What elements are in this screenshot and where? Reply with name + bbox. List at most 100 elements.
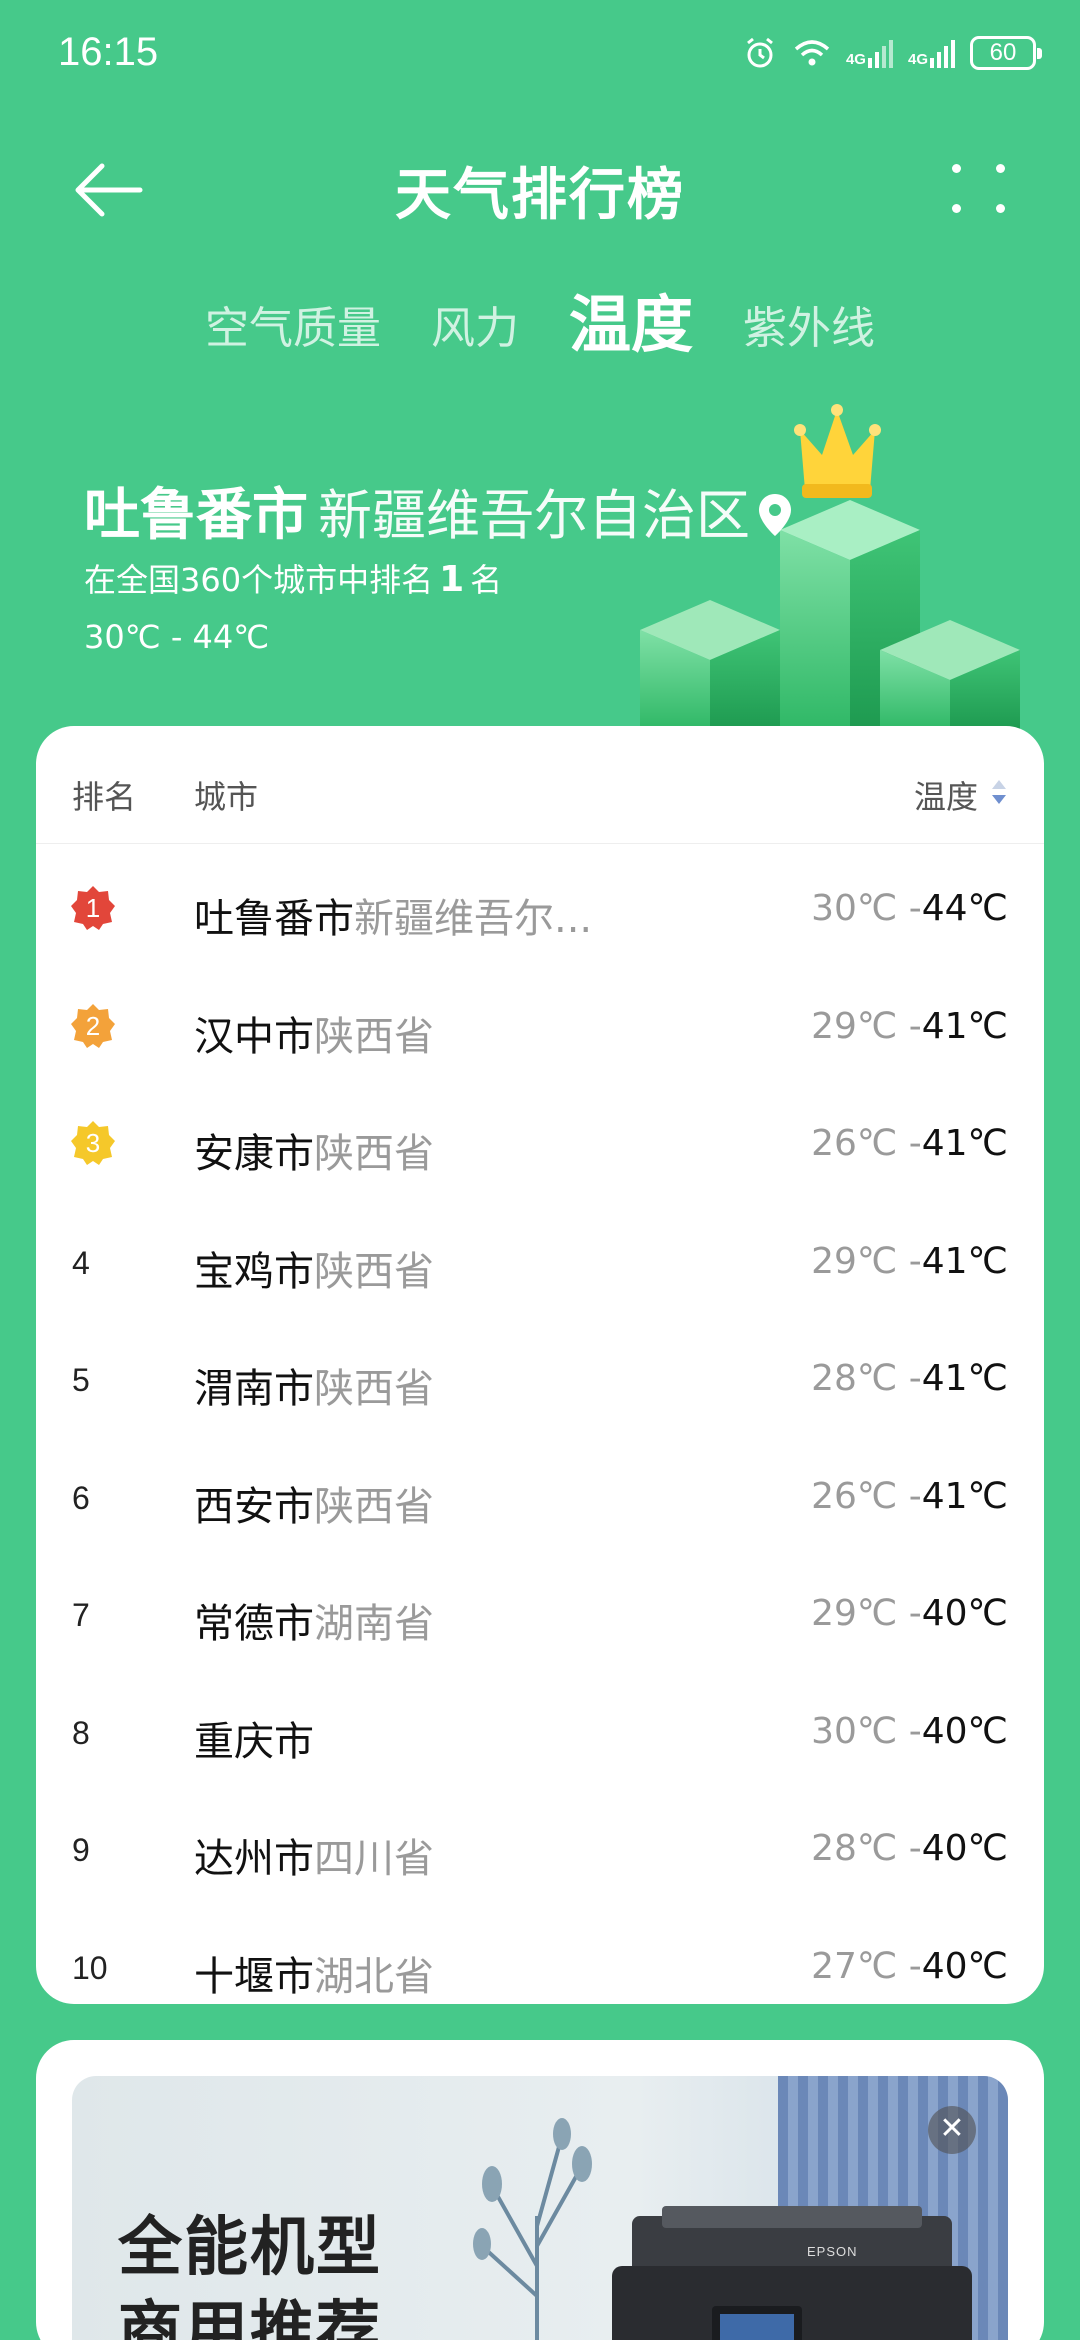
city-cell: 常德市湖南省 xyxy=(194,1591,434,1649)
table-row[interactable]: 4 宝鸡市陕西省 29℃ -41℃ xyxy=(36,1197,1044,1315)
temp-low: 29℃ - xyxy=(811,1593,922,1634)
status-time: 16:15 xyxy=(58,30,159,74)
signal-icon xyxy=(867,40,893,68)
weather-ranking-page: 16:15 4G 4G 60 天气排行榜 空气质量 风力 温度 紫外线 吐鲁番市… xyxy=(0,0,1080,2340)
city-cell: 渭南市陕西省 xyxy=(194,1356,434,1414)
city-province: 湖南省 xyxy=(314,1601,434,1647)
temp-cell: 28℃ -40℃ xyxy=(811,1828,1008,1869)
city-name: 重庆市 xyxy=(194,1718,314,1765)
rank-number: 10 xyxy=(72,1949,108,1986)
tab-temperature[interactable]: 温度 xyxy=(569,274,693,370)
rank-number: 6 xyxy=(72,1479,90,1516)
city-province: 陕西省 xyxy=(314,1131,434,1177)
rank-number: 7 xyxy=(72,1597,90,1633)
table-row[interactable]: 9 达州市四川省 28℃ -40℃ xyxy=(36,1784,1044,1902)
ad-subline: 商用推荐 xyxy=(118,2295,382,2340)
rank-number: 1 xyxy=(85,893,101,923)
temp-high: 40℃ xyxy=(921,1593,1008,1634)
rank-prefix: 在全国360个城市中排名 xyxy=(84,561,434,599)
hero-province: 新疆维吾尔自治区 xyxy=(318,484,750,547)
ad-brand: EPSON xyxy=(807,2244,858,2259)
table-row[interactable]: 7 常德市湖南省 29℃ -40℃ xyxy=(36,1549,1044,1667)
signal-icon xyxy=(930,40,955,68)
close-icon[interactable]: ✕ xyxy=(928,2106,976,2154)
city-cell: 安康市陕西省 xyxy=(194,1121,434,1179)
table-row[interactable]: 3 安康市陕西省 26℃ -41℃ xyxy=(36,1079,1044,1197)
more-button[interactable] xyxy=(950,160,1010,220)
ranking-list: 1 吐鲁番市新疆维吾尔... 30℃ -44℃ 2 汉中市陕西省 29℃ -41… xyxy=(36,844,1044,2004)
city-province: 陕西省 xyxy=(314,1366,434,1412)
tab-air-quality[interactable]: 空气质量 xyxy=(205,292,381,370)
temp-high: 41℃ xyxy=(921,1123,1008,1164)
rank-number: 8 xyxy=(72,1714,90,1751)
more-icon xyxy=(952,164,961,173)
rank-number: 2 xyxy=(85,1010,101,1041)
city-name: 达州市 xyxy=(194,1836,314,1882)
table-row[interactable]: 6 西安市陕西省 26℃ -41℃ xyxy=(36,1432,1044,1550)
city-name: 西安市 xyxy=(194,1483,314,1530)
temp-low: 29℃ - xyxy=(811,1240,922,1282)
rank-number: 1 xyxy=(439,559,465,600)
rank-number: 5 xyxy=(72,1362,90,1398)
rank-badge-3: 3 xyxy=(70,1120,116,1166)
ad-banner[interactable]: 全能机型 商用推荐 EPSON ✕ xyxy=(72,2076,1008,2340)
more-icon-dot xyxy=(996,204,1005,213)
wifi-icon xyxy=(794,40,830,66)
city-cell: 重庆市 xyxy=(194,1709,314,1767)
crown-icon xyxy=(794,404,881,498)
city-cell: 达州市四川省 xyxy=(194,1826,434,1884)
city-province: 湖北省 xyxy=(314,1953,434,2000)
tab-wind[interactable]: 风力 xyxy=(431,292,519,370)
temp-cell: 30℃ -40℃ xyxy=(811,1711,1008,1752)
temp-high: 41℃ xyxy=(921,1358,1008,1399)
temp-high: 41℃ xyxy=(921,1005,1008,1047)
status-bar: 16:15 4G 4G 60 xyxy=(0,0,1080,110)
city-province: 四川省 xyxy=(314,1836,434,1882)
table-row[interactable]: 10 十堰市湖北省 27℃ -40℃ xyxy=(36,1902,1044,2005)
header-temperature[interactable]: 温度 xyxy=(914,772,978,818)
temp-high: 40℃ xyxy=(921,1945,1008,1987)
temp-high: 44℃ xyxy=(921,888,1008,929)
alarm-icon xyxy=(747,37,773,68)
temp-low: 28℃ - xyxy=(811,1828,922,1869)
tab-uv[interactable]: 紫外线 xyxy=(743,292,875,370)
city-name: 安康市 xyxy=(194,1131,314,1177)
ranking-card: 排名 城市 温度 1 吐鲁番市新疆维吾尔... 30℃ -44℃ 2 汉中市陕西… xyxy=(36,726,1044,2004)
city-cell: 十堰市湖北省 xyxy=(194,1944,434,2002)
temp-high: 40℃ xyxy=(921,1828,1008,1869)
rank-badge-2: 2 xyxy=(70,1003,116,1049)
city-province: 新疆维吾尔... xyxy=(354,896,593,942)
city-name: 汉中市 xyxy=(194,1013,314,1060)
city-name: 吐鲁番市 xyxy=(194,896,354,942)
table-row[interactable]: 5 渭南市陕西省 28℃ -41℃ xyxy=(36,1314,1044,1432)
temp-low: 26℃ - xyxy=(811,1475,922,1517)
city-name: 渭南市 xyxy=(194,1366,314,1412)
temp-cell: 27℃ -40℃ xyxy=(811,1946,1008,1987)
temp-cell: 26℃ -41℃ xyxy=(811,1123,1008,1164)
signal-group-1: 4G xyxy=(846,38,894,68)
signal-group-2: 4G xyxy=(908,38,956,68)
temp-low: 30℃ - xyxy=(811,888,922,929)
temp-cell: 29℃ -40℃ xyxy=(811,1593,1008,1634)
temp-high: 41℃ xyxy=(921,1240,1008,1282)
network-label: 4G xyxy=(845,51,866,68)
sort-icon[interactable] xyxy=(990,778,1008,806)
hero-city: 吐鲁番市 新疆维吾尔自治区 xyxy=(84,470,793,551)
ad-card: 全能机型 商用推荐 EPSON ✕ xyxy=(36,2040,1044,2340)
table-row[interactable]: 1 吐鲁番市新疆维吾尔... 30℃ -44℃ xyxy=(36,844,1044,962)
rank-suffix: 名 xyxy=(470,561,503,599)
temp-cell: 30℃ -44℃ xyxy=(811,888,1008,929)
city-cell: 西安市陕西省 xyxy=(194,1474,434,1532)
more-icon-dot xyxy=(996,164,1005,173)
hero-rank: 在全国360个城市中排名 1 名 xyxy=(84,555,502,601)
rank-number: 4 xyxy=(72,1244,90,1281)
city-name: 宝鸡市 xyxy=(194,1248,314,1295)
tab-bar: 空气质量 风力 温度 紫外线 xyxy=(0,280,1080,370)
city-province: 陕西省 xyxy=(314,1483,434,1530)
header-rank: 排名 xyxy=(72,778,137,816)
table-row[interactable]: 2 汉中市陕西省 29℃ -41℃ xyxy=(36,962,1044,1080)
city-name: 十堰市 xyxy=(194,1953,314,2000)
page-title: 天气排行榜 xyxy=(395,163,685,228)
table-row[interactable]: 8 重庆市 30℃ -40℃ xyxy=(36,1667,1044,1785)
status-icons: 4G 4G 60 xyxy=(742,28,1042,78)
